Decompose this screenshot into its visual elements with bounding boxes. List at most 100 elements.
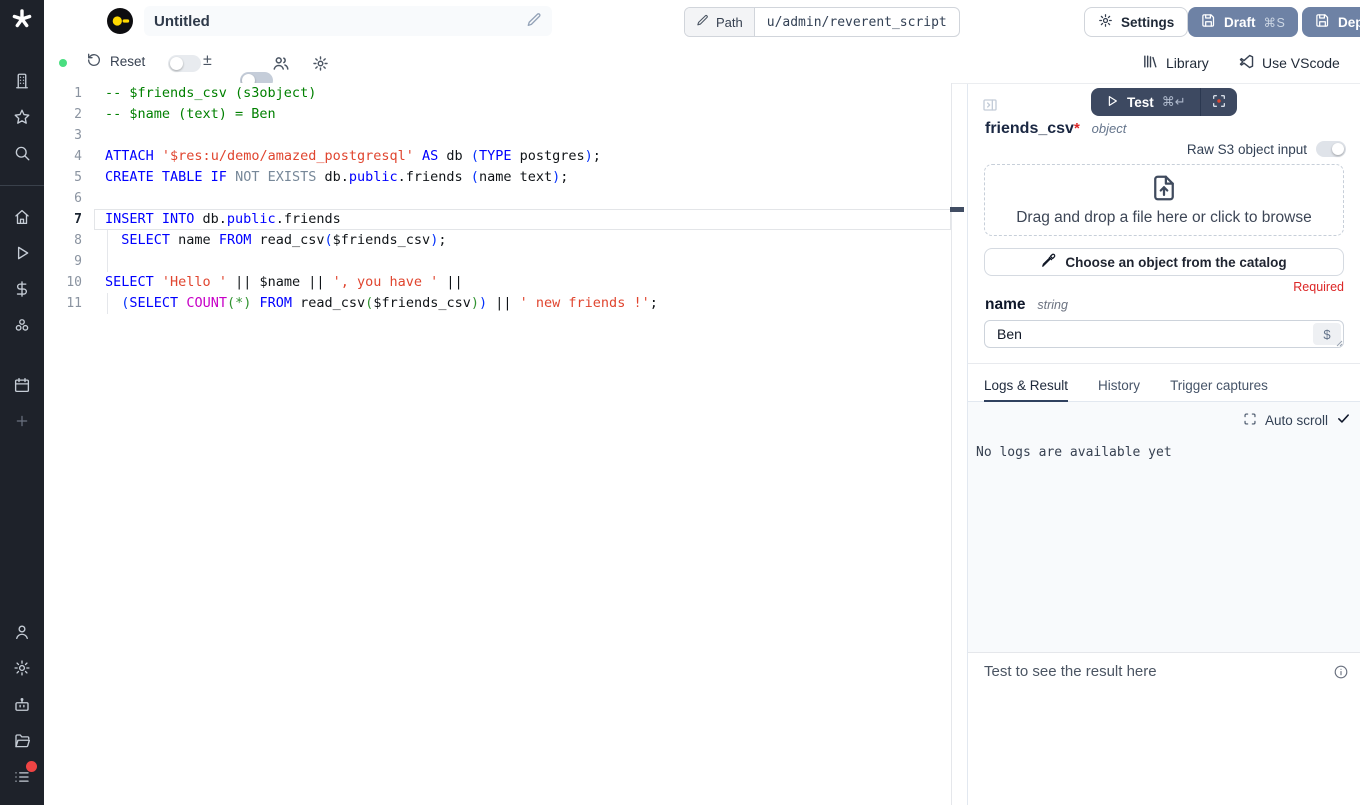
page-title: Untitled [154, 13, 210, 30]
expand-logs-icon[interactable] [1243, 412, 1257, 429]
line-number: 6 [44, 188, 82, 209]
logs-empty-text: No logs are available yet [976, 445, 1172, 460]
create-icon [14, 413, 30, 432]
play-icon [1105, 94, 1119, 111]
library-button[interactable]: Library [1142, 53, 1209, 73]
test-button[interactable]: Test ⌘↵ [1091, 88, 1201, 116]
home-icon [13, 208, 31, 229]
required-badge: Required [1293, 280, 1344, 294]
path-chip[interactable]: Path u/admin/reverent_script [684, 7, 960, 37]
tab-history[interactable]: History [1098, 376, 1140, 402]
library-icon [1142, 53, 1159, 73]
capture-run-button[interactable] [1201, 88, 1237, 116]
settings-button[interactable]: Settings [1084, 7, 1188, 37]
line-number: 4 [44, 146, 82, 167]
sidebar-item-workspace[interactable] [0, 72, 44, 92]
resources-icon [13, 316, 31, 337]
header-bar: Untitled Path u/admin/reverent_script Se… [44, 0, 1360, 44]
resize-handle-icon[interactable] [1335, 339, 1343, 347]
autoscroll-label: Auto scroll [1265, 413, 1328, 428]
schedules-icon [13, 376, 31, 397]
file-dropzone[interactable]: Drag and drop a file here or click to br… [984, 164, 1344, 236]
audit-logs-icon [13, 768, 31, 789]
sidebar-item-runs[interactable] [0, 244, 44, 264]
line-number: 10 [44, 272, 82, 293]
script-title-box[interactable]: Untitled [144, 6, 552, 36]
code-line: (SELECT COUNT(*) FROM read_csv($friends_… [105, 293, 658, 314]
info-icon[interactable] [1333, 664, 1349, 683]
vscode-label: Use VScode [1262, 55, 1340, 71]
sidebar-item-resources[interactable] [0, 316, 44, 336]
folders-icon [13, 732, 31, 753]
autoscroll-check-icon[interactable] [1336, 411, 1351, 429]
save-icon [1201, 13, 1216, 31]
test-kbd: ⌘↵ [1162, 94, 1186, 110]
settings-label: Settings [1121, 15, 1174, 30]
sidebar-item-assistant[interactable] [0, 696, 44, 716]
plus-minus-icon[interactable]: ± [203, 52, 212, 70]
users-icon[interactable] [272, 54, 290, 75]
assistant-icon [13, 696, 31, 717]
choose-object-button[interactable]: Choose an object from the catalog [984, 248, 1344, 276]
status-dot [59, 59, 67, 67]
app-window: Untitled Path u/admin/reverent_script Se… [0, 0, 1360, 805]
vscode-icon [1238, 53, 1255, 73]
logs-area: Auto scroll No logs are available yet [968, 402, 1360, 652]
diff-toggle[interactable] [168, 55, 201, 72]
sidebar-item-folders[interactable] [0, 732, 44, 752]
result-area: Test to see the result here [968, 652, 1360, 805]
variables-icon [13, 280, 31, 301]
name-input[interactable] [984, 320, 1344, 348]
sidebar-item-create[interactable] [0, 412, 44, 432]
edit-title-pencil-icon[interactable] [526, 12, 542, 31]
path-pencil-icon [696, 14, 709, 30]
sidebar-item-schedules[interactable] [0, 376, 44, 396]
name-label: name [985, 296, 1026, 313]
line-number: 2 [44, 104, 82, 125]
gear-icon [1098, 13, 1113, 31]
sidebar-item-settings[interactable] [0, 659, 44, 679]
tab-trigger-captures[interactable]: Trigger captures [1170, 376, 1268, 402]
path-label: Path [716, 15, 743, 30]
tab-logs-result[interactable]: Logs & Result [984, 376, 1068, 402]
raw-s3-label: Raw S3 object input [1187, 142, 1307, 157]
autoscroll-row: Auto scroll [1243, 411, 1351, 429]
code-line: ATTACH '$res:u/demo/amazed_postgresql' A… [105, 146, 601, 167]
draft-button[interactable]: Draft ⌘S [1188, 7, 1298, 37]
path-edit-button[interactable]: Path [685, 8, 755, 36]
workspace-icon [13, 72, 31, 93]
line-number: 8 [44, 230, 82, 251]
sidebar-item-audit-logs[interactable] [0, 768, 44, 788]
sidebar-item-account[interactable] [0, 623, 44, 643]
reset-button[interactable]: Reset [86, 52, 145, 71]
line-number: 3 [44, 125, 82, 146]
result-empty-text: Test to see the result here [984, 663, 1157, 680]
code-line: -- $name (text) = Ben [105, 104, 276, 125]
sidebar-item-home[interactable] [0, 208, 44, 228]
code-editor[interactable]: 1-- $friends_csv (s3object)2-- $name (te… [44, 83, 952, 805]
save-icon [1315, 13, 1330, 31]
capture-frame-icon [1211, 93, 1227, 112]
arg-type: object [1092, 121, 1127, 136]
windmill-logo-icon [10, 7, 34, 34]
left-sidebar [0, 0, 44, 805]
sidebar-item-variables[interactable] [0, 280, 44, 300]
line-number: 1 [44, 83, 82, 104]
sidebar-item-favorites[interactable] [0, 108, 44, 128]
code-line: CREATE TABLE IF NOT EXISTS db.public.fri… [105, 167, 568, 188]
line-number: 5 [44, 167, 82, 188]
use-vscode-button[interactable]: Use VScode [1238, 53, 1340, 73]
editor-settings-gear-icon[interactable] [312, 55, 329, 75]
runs-icon [13, 244, 31, 265]
sidebar-item-windmill-logo[interactable] [0, 10, 44, 30]
collapse-panel-icon[interactable] [982, 97, 998, 116]
draft-label: Draft [1224, 15, 1256, 30]
name-field-header: name string [985, 296, 1068, 314]
sidebar-item-search[interactable] [0, 144, 44, 164]
reset-label: Reset [110, 54, 145, 69]
sidebar-divider [0, 185, 44, 186]
deploy-button[interactable]: Deploy [1302, 7, 1360, 37]
panel-divider[interactable] [968, 363, 1360, 364]
raw-s3-toggle[interactable] [1316, 141, 1346, 157]
duckdb-language-icon [106, 7, 134, 35]
